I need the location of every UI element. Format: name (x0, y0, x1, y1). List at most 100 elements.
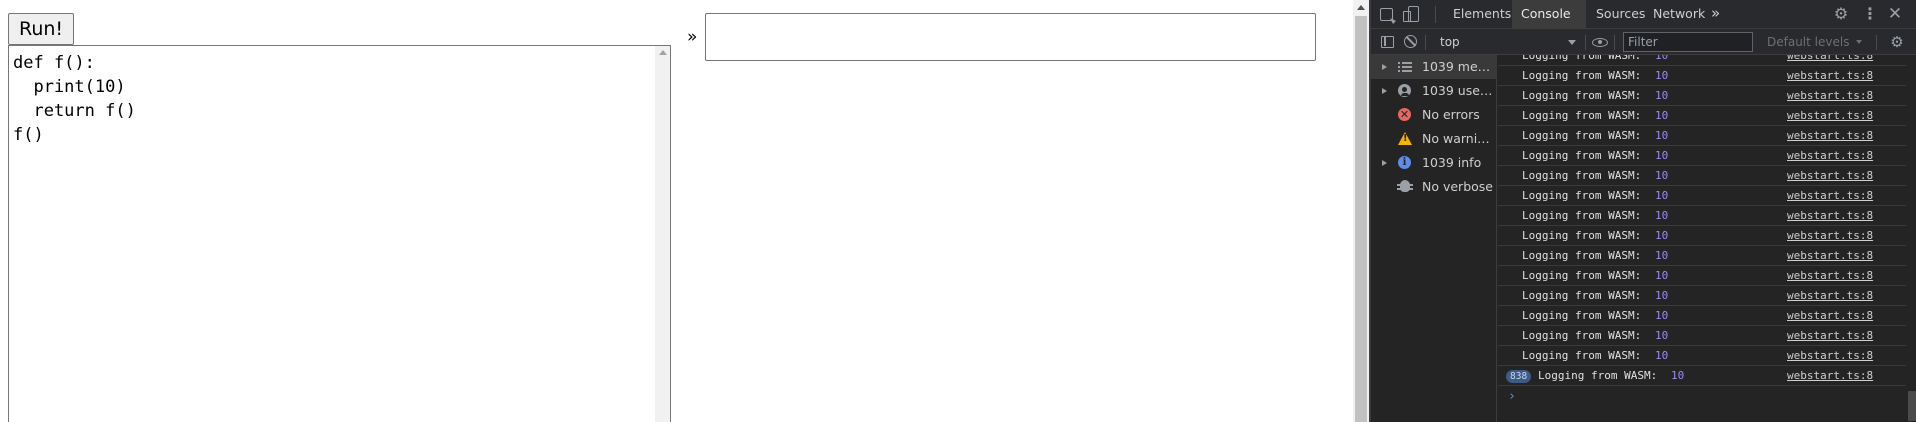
scrollbar-thumb[interactable] (1908, 391, 1916, 421)
console-output[interactable]: Logging from WASM: 10 webstart.ts:8 Loggin… (1498, 55, 1916, 422)
bug-icon (1397, 180, 1413, 192)
log-source-link[interactable]: webstart.ts:8 (1787, 326, 1873, 346)
log-value: 10 (1655, 109, 1669, 122)
log-value: 10 (1655, 229, 1669, 242)
log-message: Logging from WASM: (1522, 169, 1642, 182)
log-row: Logging from WASM: 10 webstart.ts:8 (1498, 206, 1906, 226)
log-value: 10 (1655, 69, 1669, 82)
tab-elements[interactable]: Elements (1444, 0, 1520, 28)
divider (1614, 35, 1615, 50)
log-source-link[interactable]: webstart.ts:8 (1787, 146, 1873, 166)
log-source-link[interactable]: webstart.ts:8 (1787, 106, 1873, 126)
log-row: Logging from WASM: 10 webstart.ts:8 (1498, 326, 1906, 346)
log-message: Logging from WASM: (1522, 329, 1642, 342)
log-message: Logging from WASM: (1522, 229, 1642, 242)
expand-triangle-icon[interactable] (1382, 64, 1387, 70)
log-row-repeated: 838 Logging from WASM: 10 webstart.ts:8 (1498, 366, 1906, 386)
web-page: Run! def f(): print(10) return f() f() » (0, 0, 1353, 422)
divider (1425, 35, 1426, 50)
console-settings-gear-icon[interactable]: ⚙ (1889, 34, 1905, 50)
sidebar-item-errors[interactable]: ✕ No errors (1371, 103, 1497, 127)
run-button[interactable]: Run! (8, 13, 74, 45)
log-source-link[interactable]: webstart.ts:8 (1787, 86, 1873, 106)
code-text[interactable]: def f(): print(10) return f() f() (13, 51, 136, 147)
more-tabs-icon[interactable]: » (1706, 0, 1725, 28)
log-source-link[interactable]: webstart.ts:8 (1787, 66, 1873, 86)
log-source-link[interactable]: webstart.ts:8 (1787, 226, 1873, 246)
log-value: 10 (1655, 309, 1669, 322)
sidebar-item-label: No warnings (1422, 131, 1495, 146)
sidebar-item-verbose[interactable]: No verbose (1371, 175, 1497, 199)
device-toolbar-icon[interactable] (1403, 6, 1419, 22)
log-row: Logging from WASM: 10 webstart.ts:8 (1498, 266, 1906, 286)
log-source-link[interactable]: webstart.ts:8 (1787, 286, 1873, 306)
log-source-link[interactable]: webstart.ts:8 (1787, 306, 1873, 326)
info-icon: i (1398, 156, 1411, 169)
log-value: 10 (1655, 349, 1669, 362)
log-row: Logging from WASM: 10 webstart.ts:8 (1498, 306, 1906, 326)
log-message: Logging from WASM: (1522, 349, 1642, 362)
log-source-link[interactable]: webstart.ts:8 (1787, 206, 1873, 226)
kebab-icon[interactable]: ⋮ (1862, 5, 1878, 23)
sidebar-toggle-icon[interactable] (1381, 36, 1394, 48)
list-icon (1398, 60, 1412, 74)
log-value: 10 (1655, 249, 1669, 262)
log-source-link[interactable]: webstart.ts:8 (1787, 55, 1873, 66)
screen: Run! def f(): print(10) return f() f() »… (0, 0, 1916, 422)
log-value: 10 (1655, 289, 1669, 302)
sidebar-item-user-messages[interactable]: 1039 user m... (1371, 79, 1497, 103)
eye-icon[interactable] (1592, 38, 1608, 47)
log-value: 10 (1655, 169, 1669, 182)
log-value: 10 (1655, 89, 1669, 102)
editor-scrollbar[interactable] (655, 46, 670, 422)
repeat-count-badge: 838 (1506, 370, 1532, 383)
expand-triangle-icon[interactable] (1382, 88, 1387, 94)
log-source-link[interactable]: webstart.ts:8 (1787, 366, 1873, 386)
log-value: 10 (1655, 55, 1669, 62)
log-source-link[interactable]: webstart.ts:8 (1787, 246, 1873, 266)
code-editor[interactable]: def f(): print(10) return f() f() (8, 45, 671, 422)
close-icon[interactable]: ✕ (1887, 4, 1903, 24)
log-message: Logging from WASM: (1522, 129, 1642, 142)
expand-triangle-icon[interactable] (1382, 160, 1387, 166)
log-source-link[interactable]: webstart.ts:8 (1787, 126, 1873, 146)
log-levels-select[interactable]: Default levels (1761, 33, 1849, 51)
log-message: Logging from WASM: (1522, 55, 1642, 62)
output-box[interactable] (705, 13, 1316, 61)
console-prompt-icon[interactable]: › (1508, 389, 1516, 404)
log-source-link[interactable]: webstart.ts:8 (1787, 186, 1873, 206)
scroll-up-arrow-icon[interactable] (1357, 5, 1365, 10)
log-source-link[interactable]: webstart.ts:8 (1787, 346, 1873, 366)
chevron-down-icon[interactable] (1568, 40, 1576, 45)
log-row: Logging from WASM: 10 webstart.ts:8 (1498, 226, 1906, 246)
sidebar-item-label: 1039 info (1422, 155, 1482, 170)
log-source-link[interactable]: webstart.ts:8 (1787, 166, 1873, 186)
log-message: Logging from WASM: (1522, 249, 1642, 262)
divider (1585, 35, 1586, 50)
log-value: 10 (1655, 269, 1669, 282)
log-source-link[interactable]: webstart.ts:8 (1787, 266, 1873, 286)
log-value: 10 (1655, 129, 1669, 142)
clear-console-icon[interactable] (1404, 35, 1417, 48)
tab-console[interactable]: Console (1512, 0, 1586, 28)
sidebar-item-warnings[interactable]: No warnings (1371, 127, 1497, 151)
sidebar-item-info[interactable]: i 1039 info (1371, 151, 1497, 175)
tab-network[interactable]: Network (1644, 0, 1714, 28)
sidebar-item-label: 1039 user m... (1422, 83, 1495, 98)
page-scrollbar[interactable] (1353, 0, 1369, 422)
console-scrollbar[interactable] (1908, 55, 1916, 422)
filter-input[interactable] (1623, 32, 1753, 52)
context-select[interactable]: top (1432, 33, 1578, 51)
sidebar-item-messages[interactable]: 1039 messa... (1371, 55, 1497, 79)
scroll-up-arrow-icon[interactable] (659, 50, 667, 55)
console-sidebar: 1039 messa... 1039 user m... ✕ No errors… (1371, 55, 1497, 422)
log-row: Logging from WASM: 10 webstart.ts:8 (1498, 66, 1906, 86)
chevron-down-icon[interactable] (1856, 40, 1862, 44)
log-value: 10 (1655, 329, 1669, 342)
scrollbar-thumb[interactable] (1355, 16, 1367, 422)
log-row: Logging from WASM: 10 webstart.ts:8 (1498, 86, 1906, 106)
gear-icon[interactable]: ⚙ (1833, 6, 1849, 22)
user-icon (1398, 84, 1411, 97)
log-row: Logging from WASM: 10 webstart.ts:8 (1498, 55, 1906, 66)
inspect-element-icon[interactable] (1380, 8, 1393, 21)
